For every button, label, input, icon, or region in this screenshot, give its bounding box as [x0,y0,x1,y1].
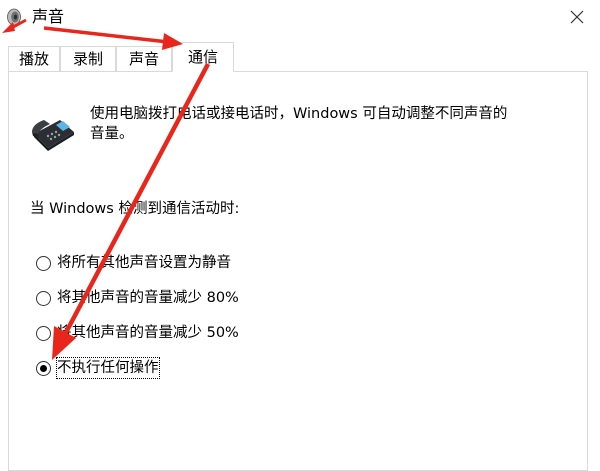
option-do-nothing[interactable]: 不执行任何操作 [36,357,160,379]
option-label: 将其他声音的音量减少 80% [57,290,239,306]
radio-reduce-50[interactable] [36,325,51,341]
option-mute-all[interactable]: 将所有其他声音设置为静音 [36,252,231,274]
title-bar: 声音 [0,0,600,34]
sound-dialog: 声音 播放 录制 声音 通信 使用电脑拨打电话或接电话时，Windows 可自动… [0,0,600,471]
tab-communications[interactable]: 通信 [172,42,234,72]
communications-intro: 当 Windows 检测到通信活动时: [30,201,240,217]
option-label: 不执行任何操作 [56,357,160,379]
option-label: 将所有其他声音设置为静音 [57,255,231,271]
panel-description: 使用电脑拨打电话或接电话时，Windows 可自动调整不同声音的音量。 [90,106,508,142]
tab-sounds[interactable]: 声音 [116,46,172,71]
option-reduce-50[interactable]: 将其他声音的音量减少 50% [36,322,239,344]
telephone-icon [32,120,74,151]
window-title: 声音 [32,7,65,26]
radio-do-nothing[interactable] [36,360,51,376]
option-reduce-80[interactable]: 将其他声音的音量减少 80% [36,287,239,309]
close-icon [570,10,584,24]
tab-recording[interactable]: 录制 [60,46,116,71]
radio-mute-all[interactable] [36,255,51,271]
radio-reduce-80[interactable] [36,290,51,306]
tab-playback[interactable]: 播放 [8,46,60,71]
close-button[interactable] [554,0,600,34]
speaker-icon [7,8,21,26]
option-label: 将其他声音的音量减少 50% [57,325,239,341]
